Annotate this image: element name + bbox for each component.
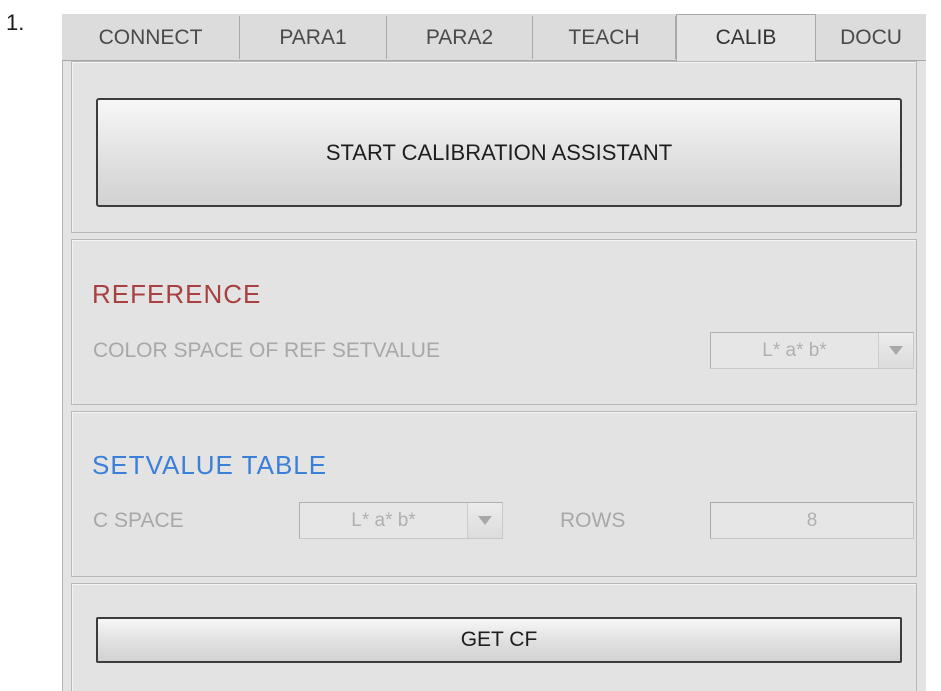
c-space-label: C SPACE: [93, 509, 184, 532]
reference-title: REFERENCE: [92, 279, 262, 309]
tab-calib[interactable]: CALIB: [676, 14, 816, 61]
chevron-down-icon[interactable]: [467, 503, 502, 538]
c-space-dropdown[interactable]: L* a* b*: [299, 502, 503, 539]
calibration-assistant-panel: START CALIBRATION ASSISTANT: [71, 61, 917, 233]
color-space-ref-dropdown[interactable]: L* a* b*: [710, 332, 914, 369]
reference-panel: REFERENCE COLOR SPACE OF REF SETVALUE L*…: [71, 239, 917, 405]
get-cf-button[interactable]: GET CF: [96, 617, 902, 663]
tab-teach[interactable]: TEACH: [533, 16, 676, 59]
step-number: 1.: [6, 10, 25, 35]
color-space-ref-label: COLOR SPACE OF REF SETVALUE: [93, 339, 440, 362]
c-space-value: L* a* b*: [351, 509, 416, 531]
setvalue-table-title: SETVALUE TABLE: [92, 450, 328, 480]
setvalue-table-panel: SETVALUE TABLE C SPACE L* a* b* ROWS 8: [71, 411, 917, 577]
start-calibration-assistant-button[interactable]: START CALIBRATION ASSISTANT: [96, 98, 902, 207]
tab-para2[interactable]: PARA2: [387, 16, 533, 59]
tab-para1[interactable]: PARA1: [240, 16, 387, 59]
chevron-down-icon[interactable]: [878, 333, 913, 368]
tab-connect[interactable]: CONNECT: [62, 16, 240, 59]
rows-label: ROWS: [560, 509, 626, 532]
rows-field[interactable]: 8: [710, 502, 914, 539]
calib-tab-content: START CALIBRATION ASSISTANT REFERENCE CO…: [62, 61, 926, 691]
tab-docu[interactable]: DOCU: [816, 16, 926, 59]
app-window: CONNECT PARA1 PARA2 TEACH CALIB DOCU STA…: [62, 14, 926, 691]
tab-bar: CONNECT PARA1 PARA2 TEACH CALIB DOCU: [62, 14, 926, 61]
color-space-ref-value: L* a* b*: [762, 339, 827, 361]
get-cf-panel: GET CF: [71, 583, 917, 691]
